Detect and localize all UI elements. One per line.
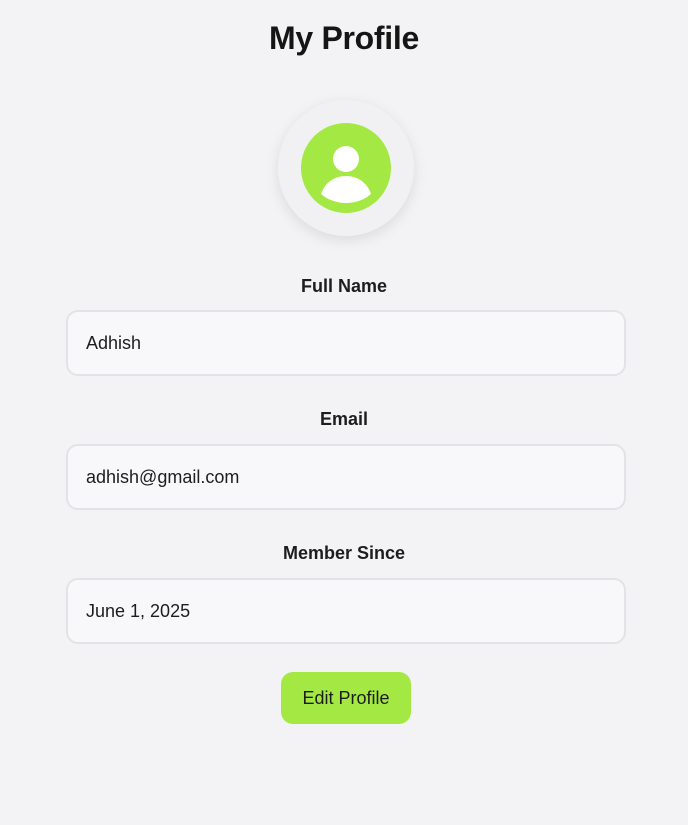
member-since-label: Member Since — [282, 543, 406, 563]
full-name-label: Full Name — [300, 276, 388, 296]
profile-page: My Profile Full Name Adhish Email adhish… — [0, 0, 688, 825]
page-title: My Profile — [269, 20, 419, 56]
user-avatar-icon — [301, 123, 391, 213]
full-name-field: Adhish — [66, 310, 626, 376]
email-value: adhish@gmail.com — [86, 466, 240, 487]
member-since-field: June 1, 2025 — [66, 578, 626, 644]
full-name-value: Adhish — [86, 332, 142, 353]
avatar — [278, 100, 414, 236]
email-field: adhish@gmail.com — [66, 444, 626, 510]
email-label: Email — [319, 409, 369, 429]
member-since-value: June 1, 2025 — [86, 600, 191, 621]
edit-profile-button[interactable]: Edit Profile — [281, 672, 411, 724]
